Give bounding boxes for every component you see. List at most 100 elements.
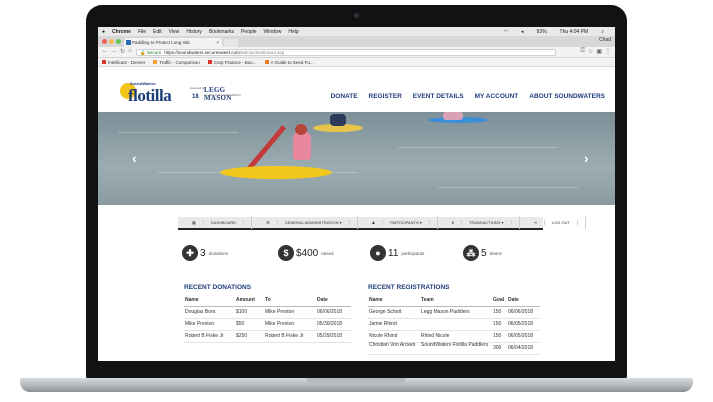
nav-event-details[interactable]: EVENT DETAILS bbox=[413, 93, 464, 100]
apple-icon[interactable]: ● bbox=[102, 29, 105, 35]
cell: Legg Mason Paddlers bbox=[420, 306, 492, 319]
zoom-window-button[interactable] bbox=[116, 39, 121, 44]
dollar-icon: $ bbox=[278, 245, 294, 261]
window-controls bbox=[102, 39, 121, 44]
table-row[interactable]: Christian Von Arcken SoundWaters Flotill… bbox=[368, 342, 540, 355]
nav-register[interactable]: REGISTER bbox=[369, 93, 402, 100]
cell: 06/06/2018 bbox=[316, 306, 351, 319]
toolbar: ← → ↻ ⌂ 🔒 Secure https://soundwaters.sec… bbox=[98, 47, 615, 58]
table-row[interactable]: Douglas Bora $100 Mike Preston 06/06/201… bbox=[184, 306, 351, 319]
person-icon: ● bbox=[370, 245, 386, 261]
tab-close-icon[interactable]: × bbox=[216, 38, 219, 47]
table-row[interactable]: Nicole Rhind Rhind Nicole 150 06/05/2018 bbox=[368, 330, 540, 343]
carousel-prev-arrow[interactable]: ‹ bbox=[132, 150, 137, 166]
lock-icon: 🔒 bbox=[140, 50, 146, 55]
logout-icon: ⇥ bbox=[526, 220, 545, 225]
kayaker-helmet bbox=[295, 124, 307, 135]
cell: Nicole Rhind bbox=[368, 330, 420, 343]
admin-nav-dashboard[interactable]: ▦ DASHBOARD bbox=[178, 216, 253, 229]
cell: Robert B Fiske Jr bbox=[264, 330, 316, 343]
bookmark-traffic[interactable]: Traffic - Comparison bbox=[153, 60, 200, 65]
menu-edit[interactable]: Edit bbox=[153, 29, 162, 35]
stat-teams: ⁂ 5 teams bbox=[463, 245, 502, 261]
nav-donate[interactable]: DONATE bbox=[331, 93, 358, 100]
clock[interactable]: Thu 4:04 PM bbox=[560, 29, 589, 35]
bookmark-intellicast[interactable]: Intellicast - Denver bbox=[102, 60, 145, 65]
menu-icon[interactable]: ⋮ bbox=[605, 48, 611, 55]
forward-icon[interactable]: → bbox=[111, 48, 117, 55]
bookmark-seed-guide[interactable]: A Guide to Seed Fu... bbox=[264, 60, 314, 65]
col-name: Name bbox=[368, 295, 420, 307]
battery-percent[interactable]: 93% bbox=[537, 29, 547, 35]
table-row[interactable]: Robert B Fiske Jr $250 Robert B Fiske Jr… bbox=[184, 330, 351, 343]
star-icon[interactable]: ☆ bbox=[588, 48, 593, 55]
table-row[interactable]: Jamie Rhind 150 06/05/2018 bbox=[368, 318, 540, 331]
minimize-window-button[interactable] bbox=[109, 39, 114, 44]
url-host: soundwaters.securesweet.com bbox=[177, 50, 240, 55]
cell: $50 bbox=[235, 318, 264, 331]
recent-donations-title: RECENT DONATIONS bbox=[184, 284, 252, 291]
profile-name[interactable]: Chad bbox=[599, 37, 611, 43]
menubar-status: ◠ ◂ 93% Thu 4:04 PM ⌕ bbox=[504, 29, 611, 35]
volume-icon[interactable]: ◂ bbox=[521, 29, 524, 35]
col-date: Date bbox=[507, 295, 540, 307]
menu-help[interactable]: Help bbox=[288, 29, 298, 35]
col-to: To bbox=[264, 295, 316, 307]
url-path: /admin/dashboard.asp bbox=[239, 50, 285, 55]
cell: Jamie Rhind bbox=[368, 318, 420, 331]
nav-my-account[interactable]: MY ACCOUNT bbox=[475, 93, 519, 100]
new-tab-button[interactable] bbox=[224, 39, 238, 47]
site-header: SoundWaters flotilla 18 presented by LEG… bbox=[98, 67, 615, 112]
cell: 150 bbox=[492, 330, 507, 343]
col-amount: Amount bbox=[235, 295, 264, 307]
back-icon[interactable]: ← bbox=[102, 48, 108, 55]
stat-raised-value: $400 bbox=[296, 247, 319, 259]
menu-window[interactable]: Window bbox=[264, 29, 282, 35]
menu-bookmarks[interactable]: Bookmarks bbox=[209, 29, 234, 35]
dollar-icon: $ bbox=[444, 220, 463, 225]
sponsor-subtitle: GLOBAL ASSET MANAGEMENT bbox=[204, 94, 242, 97]
admin-nav-transactions[interactable]: $ TRANSACTIONS ▾ bbox=[438, 216, 520, 229]
table-row[interactable]: Mike Preston $50 Mike Preston 05/30/2018 bbox=[184, 318, 351, 331]
admin-nav-general[interactable]: ⚙ GENERAL ADMINISTRATION ▾ bbox=[252, 216, 358, 229]
home-icon[interactable]: ⌂ bbox=[128, 48, 132, 55]
menu-people[interactable]: People bbox=[241, 29, 257, 35]
dashboard-icon: ▦ bbox=[185, 220, 204, 225]
bookmark-favicon-icon bbox=[153, 60, 158, 65]
tab-strip: Paddling to Protect Long Isla × Chad bbox=[98, 36, 615, 47]
url-scheme: https:// bbox=[164, 50, 178, 55]
key-icon[interactable]: ⚿ bbox=[580, 48, 585, 55]
extension-icon[interactable]: ▣ bbox=[596, 48, 602, 55]
close-window-button[interactable] bbox=[102, 39, 107, 44]
menu-app-name[interactable]: Chrome bbox=[112, 29, 131, 35]
kayak-main bbox=[220, 166, 332, 179]
table-row[interactable]: George Schott Legg Mason Paddlers 150 06… bbox=[368, 306, 540, 319]
browser-tab-active[interactable]: Paddling to Protect Long Isla × bbox=[124, 38, 222, 47]
admin-nav-logout[interactable]: ⇥ LOG OUT bbox=[520, 216, 586, 229]
cell: 05/29/2018 bbox=[316, 330, 351, 343]
stat-donations: ✚ 3 donations bbox=[182, 245, 228, 261]
cell: SoundWaters Flotilla Paddlers bbox=[420, 342, 492, 355]
admin-nav: ▦ DASHBOARD ⚙ GENERAL ADMINISTRATION ▾ ♟ PA… bbox=[178, 216, 586, 230]
bookmark-favicon-icon bbox=[102, 60, 106, 65]
menu-history[interactable]: History bbox=[186, 29, 202, 35]
admin-nav-participants[interactable]: ♟ PARTICIPANTS ▾ bbox=[358, 216, 438, 229]
reload-icon[interactable]: ↻ bbox=[120, 48, 125, 55]
cell: Mike Preston bbox=[264, 318, 316, 331]
menu-file[interactable]: File bbox=[138, 29, 146, 35]
team-icon: ⁂ bbox=[463, 245, 479, 261]
carousel-next-arrow[interactable]: › bbox=[584, 150, 589, 166]
bookmark-favicon-icon bbox=[207, 60, 212, 65]
spotlight-icon[interactable]: ⌕ bbox=[601, 29, 604, 35]
url-input[interactable]: 🔒 Secure https://soundwaters.securesweet… bbox=[136, 49, 556, 56]
flotilla-logo[interactable]: SoundWaters flotilla 18 presented by LEG… bbox=[120, 81, 250, 105]
stat-raised: $ $400 raised bbox=[278, 245, 334, 261]
bookmark-corp-finance[interactable]: Corp Finance - Boo... bbox=[207, 60, 257, 65]
menu-view[interactable]: View bbox=[169, 29, 180, 35]
nav-about[interactable]: ABOUT SOUNDWATERS bbox=[529, 93, 605, 100]
cell: Mike Preston bbox=[264, 306, 316, 319]
cell: George Schott bbox=[368, 306, 420, 319]
stat-participants: ● 11 participants bbox=[370, 245, 424, 261]
wifi-icon[interactable]: ◠ bbox=[504, 29, 508, 35]
gift-icon: ✚ bbox=[182, 245, 198, 261]
